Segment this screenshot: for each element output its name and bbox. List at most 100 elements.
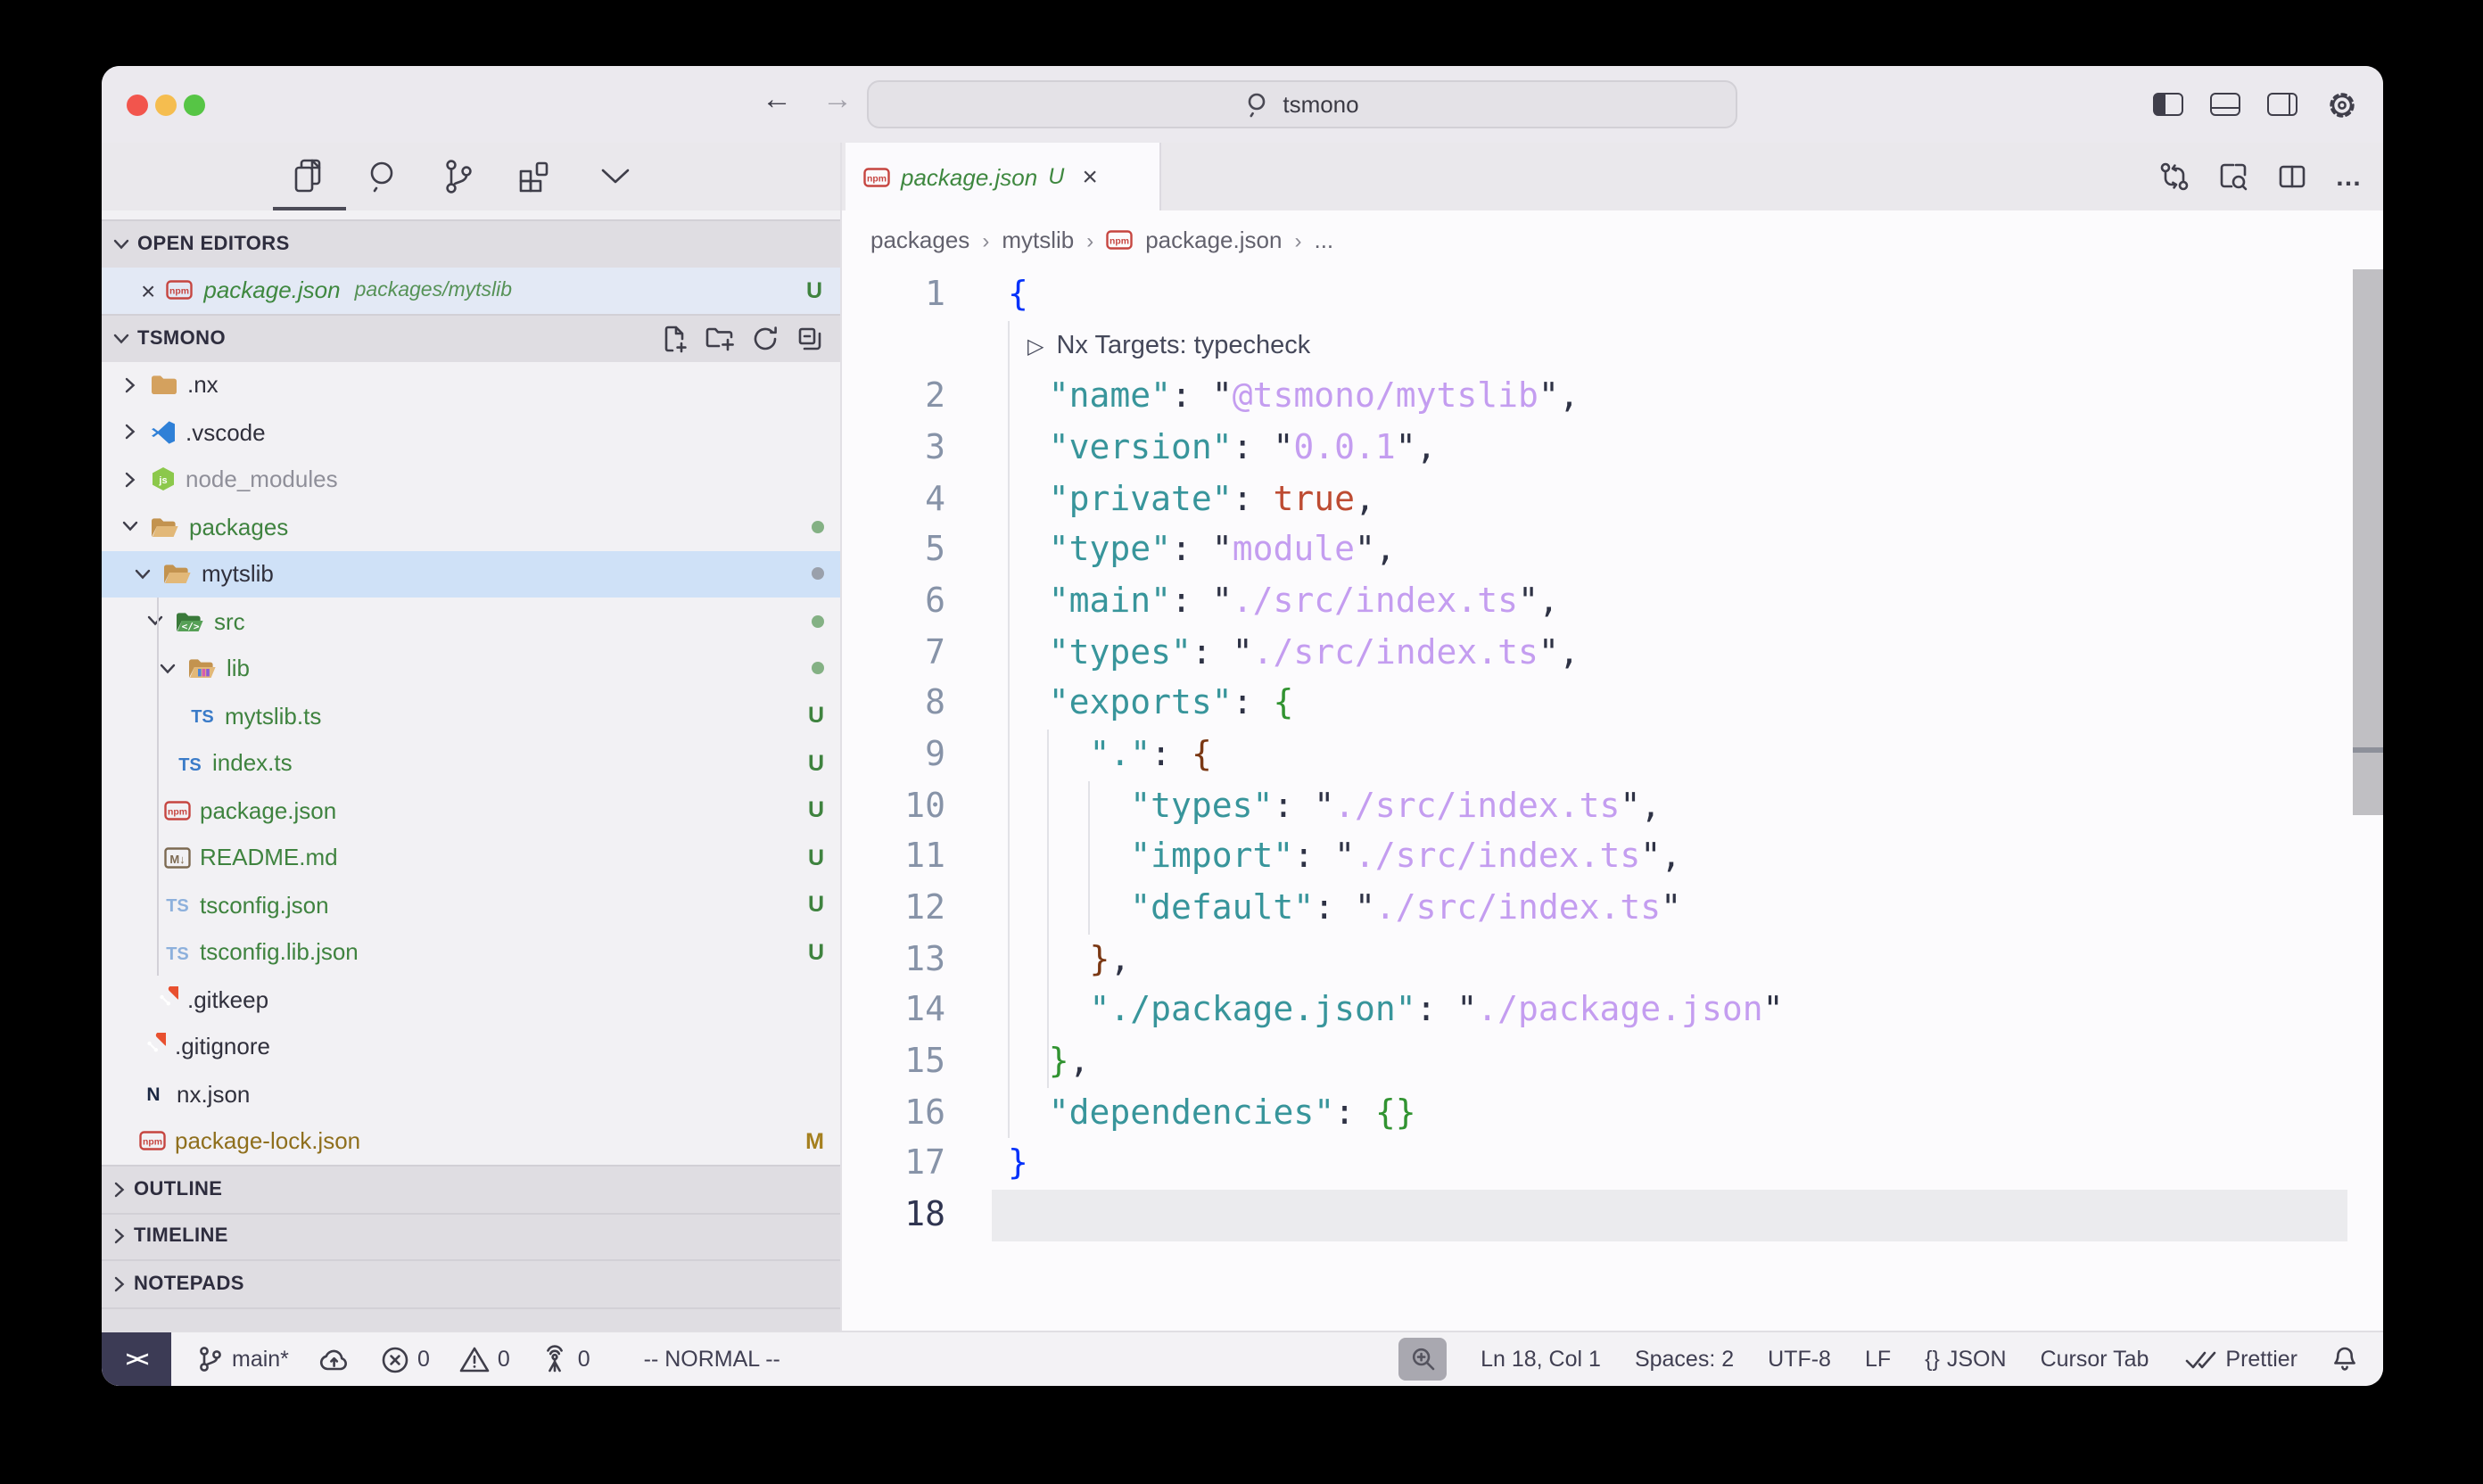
explorer-icon[interactable] (292, 158, 326, 195)
more-views-chevron-icon[interactable] (599, 168, 631, 186)
status-zoom-control[interactable] (1398, 1338, 1447, 1381)
tree-item-index-ts[interactable]: TSindex.tsU (102, 739, 840, 787)
tree-item-mytslib[interactable]: mytslib (102, 550, 840, 598)
code-line-6[interactable]: "main": "./src/index.ts", (1008, 576, 1559, 627)
status-sync[interactable] (318, 1346, 351, 1373)
scrollbar-slider[interactable] (2353, 269, 2383, 747)
status-feedback[interactable]: 0 (539, 1345, 590, 1373)
chevron-down-icon[interactable] (157, 662, 178, 676)
chevron-down-icon[interactable] (120, 520, 141, 534)
split-editor-icon[interactable] (2276, 162, 2308, 191)
chevron-right-icon[interactable] (120, 376, 141, 394)
tree-item--gitkeep[interactable]: .gitkeep (102, 976, 840, 1023)
status-eol[interactable]: LF (1865, 1347, 1891, 1372)
status-language-mode[interactable]: {}JSON (1925, 1347, 2006, 1372)
breadcrumb-item[interactable]: mytslib (1002, 227, 1074, 253)
search-value: tsmono (1283, 91, 1358, 118)
status-errors[interactable]: 0 (380, 1344, 430, 1374)
chevron-right-icon[interactable] (120, 424, 141, 441)
tab-close-icon[interactable]: × (1082, 161, 1098, 192)
code-line-3[interactable]: "version": "0.0.1", (1008, 423, 1437, 474)
section-header-timeline[interactable]: TIMELINE (102, 1212, 840, 1259)
traffic-light-minimize[interactable] (155, 95, 177, 116)
chevron-down-icon[interactable] (132, 567, 153, 581)
tree-item-package-lock-json[interactable]: npmpackage-lock.jsonM (102, 1117, 840, 1165)
tree-item-nx-json[interactable]: Nnx.json (102, 1070, 840, 1117)
code-line-16[interactable]: "dependencies": {} (1008, 1087, 1416, 1138)
traffic-light-maximize[interactable] (184, 95, 205, 116)
code-line-7[interactable]: "types": "./src/index.ts", (1008, 627, 1580, 678)
new-folder-icon[interactable] (705, 326, 735, 352)
search-view-icon[interactable] (366, 159, 401, 194)
open-editor-entry[interactable]: × npm package.json packages/mytslib U (102, 267, 840, 314)
source-control-icon[interactable] (442, 158, 474, 195)
status-git-branch[interactable]: main* (196, 1345, 289, 1373)
workspace-header[interactable]: TSMONO (102, 314, 840, 361)
status-indentation[interactable]: Spaces: 2 (1635, 1347, 1734, 1372)
collapse-all-icon[interactable] (796, 325, 824, 353)
code-line-1[interactable]: { (1008, 269, 1028, 320)
code-line-17[interactable]: } (1008, 1138, 1028, 1189)
tree-item-src[interactable]: </>src (102, 598, 840, 645)
section-header-notepads[interactable]: NOTEPADS (102, 1259, 840, 1307)
line-number: 2 (842, 372, 945, 423)
status-label: Prettier (2225, 1347, 2297, 1372)
tree-item-tsconfig-json[interactable]: TStsconfig.jsonU (102, 881, 840, 928)
code-line-14[interactable]: "./package.json": "./package.json" (1008, 985, 1784, 1035)
toggle-sidebar-icon[interactable] (2153, 93, 2183, 116)
tree-item--gitignore[interactable]: .gitignore (102, 1023, 840, 1070)
tree-item-lib[interactable]: lib (102, 645, 840, 692)
breadcrumb-item[interactable]: package.json (1145, 227, 1282, 253)
code-line-2[interactable]: "name": "@tsmono/mytslib", (1008, 372, 1580, 423)
status-formatter[interactable]: Prettier (2182, 1347, 2297, 1372)
command-center-search[interactable]: tsmono (867, 80, 1737, 128)
close-icon[interactable]: × (141, 276, 155, 305)
tree-item-mytslib-ts[interactable]: TSmytslib.tsU (102, 692, 840, 739)
status-cursor-tab[interactable]: Cursor Tab (2041, 1347, 2149, 1372)
open-preview-icon[interactable] (2217, 161, 2249, 193)
nav-forward-icon[interactable]: → (822, 82, 853, 118)
tree-item-node-modules[interactable]: jsnode_modules (102, 456, 840, 503)
breadcrumb-item[interactable]: ... (1314, 227, 1333, 253)
status-cursor-position[interactable]: Ln 18, Col 1 (1481, 1347, 1601, 1372)
open-editors-header[interactable]: OPEN EDITORS (102, 219, 840, 267)
extensions-icon[interactable] (516, 159, 551, 194)
new-file-icon[interactable] (660, 325, 689, 353)
breadcrumb-item[interactable]: packages (870, 227, 969, 253)
line-number: 3 (842, 423, 945, 474)
nav-back-icon[interactable]: ← (762, 82, 792, 118)
refresh-icon[interactable] (751, 325, 780, 353)
section-header-outline[interactable]: OUTLINE (102, 1165, 840, 1212)
code-line-9[interactable]: ".": { (1008, 730, 1212, 780)
open-changes-icon[interactable] (2158, 161, 2190, 193)
code-editor[interactable]: 1{2 "name": "@tsmono/mytslib",3 "version… (842, 269, 2383, 1331)
code-line-11[interactable]: "import": "./src/index.ts", (1008, 832, 1681, 883)
gear-icon[interactable] (2324, 87, 2360, 122)
scrollbar-slider[interactable] (2353, 753, 2383, 815)
code-line-8[interactable]: "exports": { (1008, 679, 1293, 730)
code-line-4[interactable]: "private": true, (1008, 474, 1375, 524)
codelens-nx-targets[interactable]: ▷Nx Targets: typecheck (1027, 320, 1310, 371)
code-line-15[interactable]: }, (1008, 1036, 1090, 1087)
toggle-panel-icon[interactable] (2210, 93, 2240, 116)
tree-item-readme-md[interactable]: M↓README.mdU (102, 834, 840, 881)
more-actions-icon[interactable]: … (2335, 161, 2362, 192)
code-line-13[interactable]: }, (1008, 934, 1130, 985)
code-line-12[interactable]: "default": "./src/index.ts" (1008, 883, 1681, 934)
status-warnings[interactable]: 0 (458, 1345, 510, 1373)
status-encoding[interactable]: UTF-8 (1768, 1347, 1831, 1372)
chevron-down-icon[interactable] (144, 614, 166, 629)
tree-item-packages[interactable]: packages (102, 503, 840, 550)
toggle-secondary-sidebar-icon[interactable] (2267, 93, 2297, 116)
tree-item-package-json[interactable]: npmpackage.jsonU (102, 787, 840, 834)
remote-indicator[interactable]: >< (102, 1331, 171, 1386)
bell-icon[interactable] (2331, 1345, 2358, 1373)
code-line-10[interactable]: "types": "./src/index.ts", (1008, 780, 1661, 831)
tab-package-json[interactable]: npm package.json U × (846, 143, 1161, 210)
tree-item--nx[interactable]: .nx (102, 361, 840, 408)
code-line-5[interactable]: "type": "module", (1008, 525, 1396, 576)
traffic-light-close[interactable] (127, 95, 148, 116)
tree-item--vscode[interactable]: .vscode (102, 408, 840, 456)
tree-item-tsconfig-lib-json[interactable]: TStsconfig.lib.jsonU (102, 928, 840, 976)
chevron-right-icon[interactable] (120, 471, 141, 489)
